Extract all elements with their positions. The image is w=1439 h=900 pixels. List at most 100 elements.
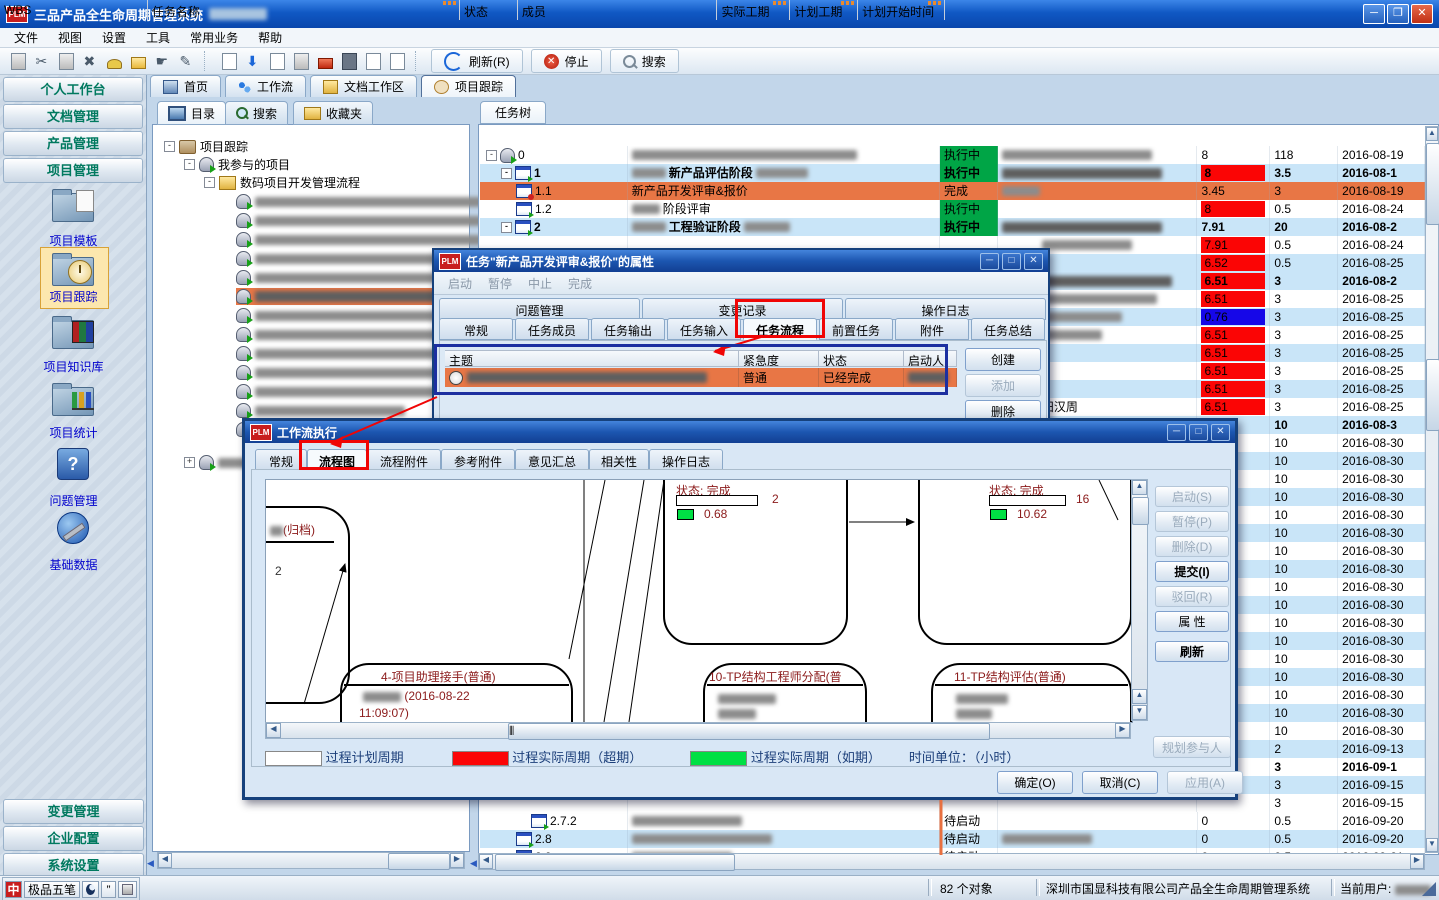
edit-document-icon[interactable] bbox=[265, 50, 289, 72]
minimize-button[interactable]: ─ bbox=[1363, 4, 1385, 24]
删除(D)-button[interactable]: 删除(D) bbox=[1155, 536, 1229, 557]
ime-name[interactable]: 极品五笔 bbox=[24, 881, 80, 898]
tree-item[interactable] bbox=[236, 193, 513, 210]
sidebar-icon-label[interactable]: 项目统计 bbox=[0, 424, 147, 441]
collapse-left-arrow[interactable]: ◀ bbox=[147, 858, 154, 869]
task-table-hscrollbar[interactable]: ◀ ▶ bbox=[478, 853, 1425, 870]
new-document-icon[interactable] bbox=[6, 50, 30, 72]
task-action-启动[interactable]: 启动 bbox=[440, 273, 480, 294]
tree-item[interactable] bbox=[236, 402, 405, 419]
scroll-down-button[interactable]: ▼ bbox=[1132, 705, 1147, 720]
project-template-icon[interactable] bbox=[50, 188, 96, 224]
column-header-计划工期[interactable]: 计划工期 bbox=[790, 0, 858, 20]
table-row[interactable]: -0执行中81182016-08-19 bbox=[480, 146, 1425, 164]
scroll-right-button[interactable]: ▶ bbox=[1115, 723, 1130, 738]
scroll-up-button[interactable]: ▲ bbox=[1426, 127, 1438, 141]
main-tab-文档工作区[interactable]: 文档工作区 bbox=[310, 75, 417, 97]
list-column-主题[interactable]: 主题 bbox=[445, 350, 739, 367]
scroll-down-button[interactable]: ▼ bbox=[1426, 838, 1438, 852]
tree-item[interactable]: -项目跟踪 bbox=[164, 138, 248, 155]
dialog-tab-任务流程[interactable]: 任务流程 bbox=[743, 318, 817, 340]
canvas-hscrollbar[interactable]: ◀ ⦀ ▶ bbox=[265, 722, 1131, 739]
scroll-up-button[interactable]: ▲ bbox=[1132, 480, 1147, 495]
sidebar-icon-label[interactable]: 项目知识库 bbox=[0, 358, 147, 375]
document-lines-icon[interactable] bbox=[361, 50, 385, 72]
tree-tab-搜索[interactable]: 搜索 bbox=[225, 101, 288, 125]
dialog-minimize-button[interactable]: ─ bbox=[980, 253, 999, 270]
sidebar-group[interactable]: 企业配置 bbox=[3, 826, 144, 851]
column-header-WBS[interactable]: WBS bbox=[0, 0, 148, 20]
list-column-紧急度[interactable]: 紧急度 bbox=[739, 350, 819, 367]
refresh-button[interactable]: 刷新(R) bbox=[431, 49, 523, 73]
tree-item[interactable]: -我参与的项目 bbox=[184, 156, 290, 173]
sidebar-group[interactable]: 项目管理 bbox=[3, 158, 143, 183]
table-row[interactable]: -1新产品评估阶段执行中83.52016-08-1 bbox=[480, 164, 1425, 182]
dialog-upper-tab-变更记录[interactable]: 变更记录 bbox=[642, 298, 843, 320]
dialog-upper-tab-问题管理[interactable]: 问题管理 bbox=[439, 298, 640, 320]
scroll-right-button[interactable]: ▶ bbox=[1410, 854, 1424, 869]
resize-grip[interactable] bbox=[1422, 882, 1436, 896]
tree-item[interactable] bbox=[236, 212, 517, 229]
dialog-maximize-button[interactable]: □ bbox=[1002, 253, 1021, 270]
ime-language-icon[interactable]: 中 bbox=[5, 881, 22, 898]
document-block-icon[interactable] bbox=[385, 50, 409, 72]
expand-icon[interactable]: - bbox=[501, 222, 512, 233]
sidebar-group[interactable]: 文档管理 bbox=[3, 104, 143, 129]
dialog-tab-任务总结[interactable]: 任务总结 bbox=[971, 318, 1045, 340]
download-icon[interactable]: ⬇ bbox=[241, 50, 265, 72]
属 性-button[interactable]: 属 性 bbox=[1155, 611, 1229, 632]
print-icon[interactable] bbox=[337, 50, 361, 72]
key-icon[interactable] bbox=[102, 50, 126, 72]
tree-tab-目录[interactable]: 目录 bbox=[157, 101, 226, 125]
dialog-tab-任务输入[interactable]: 任务输入 bbox=[667, 318, 741, 340]
scroll-left-button[interactable]: ◀ bbox=[266, 723, 281, 738]
hand-pointer-icon[interactable]: ☛ bbox=[150, 50, 174, 72]
maximize-button[interactable]: ❐ bbox=[1387, 4, 1409, 24]
sidebar-icon-label[interactable]: 问题管理 bbox=[0, 492, 147, 509]
ime-punctuation-icon[interactable]: ” bbox=[101, 881, 116, 898]
column-header-任务名称[interactable]: 任务名称 bbox=[148, 0, 460, 20]
expand-icon[interactable]: - bbox=[164, 141, 175, 152]
sidebar-icon-label[interactable]: 基础数据 bbox=[0, 556, 147, 573]
project-statistics-icon[interactable] bbox=[50, 382, 96, 418]
table-row[interactable]: 2.8待启动00.52016-09-20 bbox=[480, 830, 1425, 848]
expand-icon[interactable]: - bbox=[184, 159, 195, 170]
stop-button[interactable]: ✕ 停止 bbox=[531, 49, 602, 73]
dialog-tab-任务输出[interactable]: 任务输出 bbox=[591, 318, 665, 340]
canvas-vscrollbar[interactable]: ▲ ▲ ▼ bbox=[1131, 479, 1148, 721]
menu-item[interactable]: 设置 bbox=[92, 27, 136, 48]
tree-hscrollbar[interactable]: ◀ ▶ bbox=[157, 852, 465, 869]
dialog-tab-意见汇总[interactable]: 意见汇总 bbox=[515, 449, 589, 471]
驳回(R)-button[interactable]: 驳回(R) bbox=[1155, 586, 1229, 607]
delete-icon[interactable]: ✖ bbox=[78, 50, 102, 72]
scroll-thumb[interactable] bbox=[388, 853, 450, 870]
table-row[interactable]: 1.2阶段评审执行中80.52016-08-24 bbox=[480, 200, 1425, 218]
main-tab-工作流[interactable]: 工作流 bbox=[225, 75, 306, 97]
应用(A)-button[interactable]: 应用(A) bbox=[1167, 771, 1243, 794]
task-action-中止[interactable]: 中止 bbox=[520, 273, 560, 294]
expand-icon[interactable]: - bbox=[486, 150, 497, 161]
expand-icon[interactable]: - bbox=[501, 168, 512, 179]
tree-item[interactable]: -数码项目开发管理流程 bbox=[204, 174, 360, 191]
scroll-thumb[interactable] bbox=[1132, 497, 1149, 525]
task-tree-tab[interactable]: 任务树 bbox=[480, 101, 546, 124]
close-button[interactable]: ✕ bbox=[1411, 4, 1433, 24]
expand-icon[interactable]: + bbox=[184, 457, 195, 468]
提交(I)-button[interactable]: 提交(I) bbox=[1155, 561, 1229, 582]
project-tracking-icon[interactable] bbox=[50, 252, 96, 288]
ime-toolbar[interactable]: 中 极品五笔 ” bbox=[2, 877, 140, 900]
dialog-tab-流程附件[interactable]: 流程附件 bbox=[367, 449, 441, 471]
base-data-icon[interactable] bbox=[50, 512, 96, 548]
eraser-icon[interactable] bbox=[313, 50, 337, 72]
table-row[interactable]: 1.1新产品开发评审&报价完成3.4532016-08-19 bbox=[480, 182, 1425, 200]
sidebar-icon-label[interactable]: 项目跟踪 bbox=[0, 288, 147, 305]
search-button[interactable]: 搜索 bbox=[610, 49, 679, 73]
menu-item[interactable]: 工具 bbox=[136, 27, 180, 48]
创建-button[interactable]: 创建 bbox=[965, 348, 1041, 371]
main-tab-项目跟踪[interactable]: 项目跟踪 bbox=[421, 75, 516, 97]
ime-keyboard-icon[interactable] bbox=[118, 881, 137, 898]
table-row[interactable]: 2.7.2待启动00.52016-09-20 bbox=[480, 812, 1425, 830]
menu-item[interactable]: 帮助 bbox=[248, 27, 292, 48]
dialog-close-button[interactable]: ✕ bbox=[1211, 424, 1230, 441]
task-action-暂停[interactable]: 暂停 bbox=[480, 273, 520, 294]
